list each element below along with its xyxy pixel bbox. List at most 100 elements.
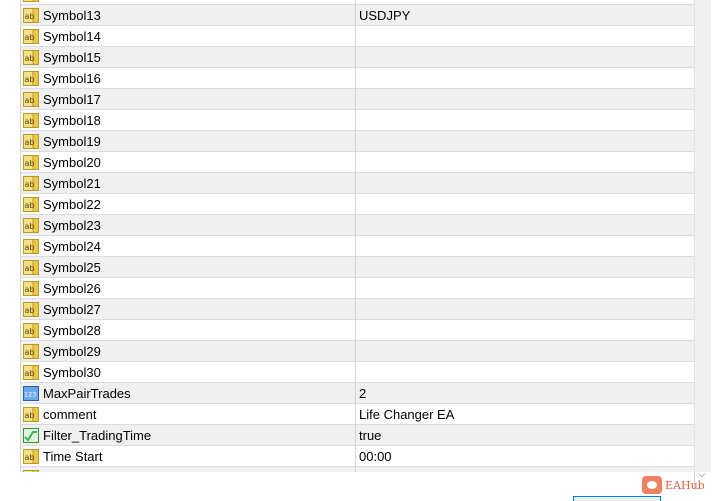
watermark-text: EAHub <box>665 478 705 492</box>
param-value-cell[interactable]: 00:00 <box>356 446 694 466</box>
string-param-icon: ab <box>23 196 39 212</box>
param-value-cell[interactable] <box>356 68 694 88</box>
param-value-cell[interactable] <box>356 320 694 340</box>
param-value-cell[interactable] <box>356 152 694 172</box>
svg-text:123: 123 <box>24 390 36 398</box>
string-param-icon: ab <box>23 301 39 317</box>
param-name: Symbol29 <box>43 343 101 359</box>
param-value-cell[interactable]: true <box>356 425 694 445</box>
param-row[interactable]: ab Time Start 00:00 <box>21 446 694 467</box>
param-value-cell[interactable]: Life Changer EA <box>356 404 694 424</box>
param-name-cell: ab <box>21 0 356 4</box>
param-name: Symbol22 <box>43 196 101 212</box>
param-row[interactable]: ab comment Life Changer EA <box>21 404 694 425</box>
param-row[interactable]: ab Symbol24 <box>21 236 694 257</box>
param-row[interactable]: ab Symbol18 <box>21 110 694 131</box>
param-row[interactable]: ab Symbol28 <box>21 320 694 341</box>
param-name-cell: ab Symbol30 <box>21 362 356 382</box>
param-name: Symbol19 <box>43 133 101 149</box>
param-name-cell: ab Symbol16 <box>21 68 356 88</box>
param-row[interactable]: ab Symbol26 <box>21 278 694 299</box>
param-row[interactable]: ab Symbol22 <box>21 194 694 215</box>
param-row[interactable]: ab Symbol30 <box>21 362 694 383</box>
inputs-window: ababSymbol13USDJPYabSymbol14abSymbol15ab… <box>0 0 714 501</box>
string-param-icon: ab <box>23 448 39 464</box>
param-row[interactable]: ab Symbol14 <box>21 26 694 47</box>
svg-text:ab: ab <box>25 369 35 378</box>
param-name-cell: ab Symbol24 <box>21 236 356 256</box>
svg-text:ab: ab <box>25 180 35 189</box>
param-value-cell[interactable] <box>356 0 694 4</box>
string-param-icon: ab <box>23 175 39 191</box>
param-row[interactable]: ab Symbol27 <box>21 299 694 320</box>
param-name: Symbol16 <box>43 70 101 86</box>
integer-param-icon: 123 <box>23 385 39 401</box>
param-name-cell: ab Symbol13 <box>21 5 356 25</box>
param-value-cell[interactable] <box>356 194 694 214</box>
param-value-cell[interactable] <box>356 257 694 277</box>
param-name: Symbol14 <box>43 28 101 44</box>
param-row[interactable]: ab Symbol19 <box>21 131 694 152</box>
param-name: Time Start <box>43 448 103 464</box>
param-value-cell[interactable] <box>356 236 694 256</box>
param-value-cell[interactable] <box>356 89 694 109</box>
param-value-cell[interactable] <box>356 299 694 319</box>
param-value-cell[interactable] <box>356 26 694 46</box>
param-row[interactable]: ab Symbol15 <box>21 47 694 68</box>
param-row[interactable]: ab Symbol17 <box>21 89 694 110</box>
svg-text:ab: ab <box>25 117 35 126</box>
param-value-cell[interactable]: USDJPY <box>356 5 694 25</box>
string-param-icon: ab <box>23 28 39 44</box>
param-row[interactable]: ab Symbol29 <box>21 341 694 362</box>
param-name: Symbol15 <box>43 49 101 65</box>
param-value-cell[interactable] <box>356 173 694 193</box>
param-value-cell[interactable] <box>356 362 694 382</box>
param-value[interactable]: Life Changer EA <box>359 407 454 422</box>
param-row[interactable]: Filter_TradingTime true <box>21 425 694 446</box>
ok-button[interactable] <box>573 496 661 501</box>
param-value-cell[interactable] <box>356 131 694 151</box>
param-name: comment <box>43 406 97 422</box>
param-value[interactable]: true <box>359 428 381 443</box>
param-row[interactable]: ab Symbol16 <box>21 68 694 89</box>
string-param-icon: ab <box>23 406 39 422</box>
param-name-cell: ab Symbol21 <box>21 173 356 193</box>
param-value-cell[interactable] <box>356 47 694 67</box>
param-value[interactable]: 00:00 <box>359 449 392 464</box>
string-param-icon: ab <box>23 7 39 23</box>
param-name-cell: ab Symbol17 <box>21 89 356 109</box>
vertical-scrollbar[interactable] <box>694 0 711 472</box>
param-name-cell: ab Symbol19 <box>21 131 356 151</box>
svg-text:ab: ab <box>25 327 35 336</box>
svg-text:ab: ab <box>25 75 35 84</box>
string-param-icon: ab <box>23 154 39 170</box>
string-param-icon: ab <box>23 217 39 233</box>
param-row[interactable]: ab Symbol25 <box>21 257 694 278</box>
param-row[interactable]: ab Symbol20 <box>21 152 694 173</box>
param-name: Symbol25 <box>43 259 101 275</box>
param-value-cell[interactable] <box>356 278 694 298</box>
param-value[interactable]: 2 <box>359 386 366 401</box>
boolean-param-icon <box>23 427 39 443</box>
param-value[interactable]: USDJPY <box>359 8 410 23</box>
string-param-icon: ab <box>23 70 39 86</box>
param-name: Symbol18 <box>43 112 101 128</box>
string-param-icon: ab <box>23 238 39 254</box>
param-name-cell: ab Symbol20 <box>21 152 356 172</box>
param-row[interactable]: ab Symbol23 <box>21 215 694 236</box>
param-row[interactable]: ab Symbol13 USDJPY <box>21 5 694 26</box>
param-name: Symbol26 <box>43 280 101 296</box>
param-name: Symbol24 <box>43 238 101 254</box>
param-value-cell[interactable]: 2 <box>356 383 694 403</box>
param-value-cell[interactable] <box>356 110 694 130</box>
string-param-icon: ab <box>23 91 39 107</box>
svg-text:ab: ab <box>25 138 35 147</box>
svg-text:ab: ab <box>25 222 35 231</box>
param-row[interactable]: 123 MaxPairTrades 2 <box>21 383 694 404</box>
param-name: Symbol17 <box>43 91 101 107</box>
param-name-cell: 123 MaxPairTrades <box>21 383 356 403</box>
parameters-grid[interactable]: ababSymbol13USDJPYabSymbol14abSymbol15ab… <box>20 0 695 488</box>
param-value-cell[interactable] <box>356 341 694 361</box>
param-value-cell[interactable] <box>356 215 694 235</box>
param-row[interactable]: ab Symbol21 <box>21 173 694 194</box>
